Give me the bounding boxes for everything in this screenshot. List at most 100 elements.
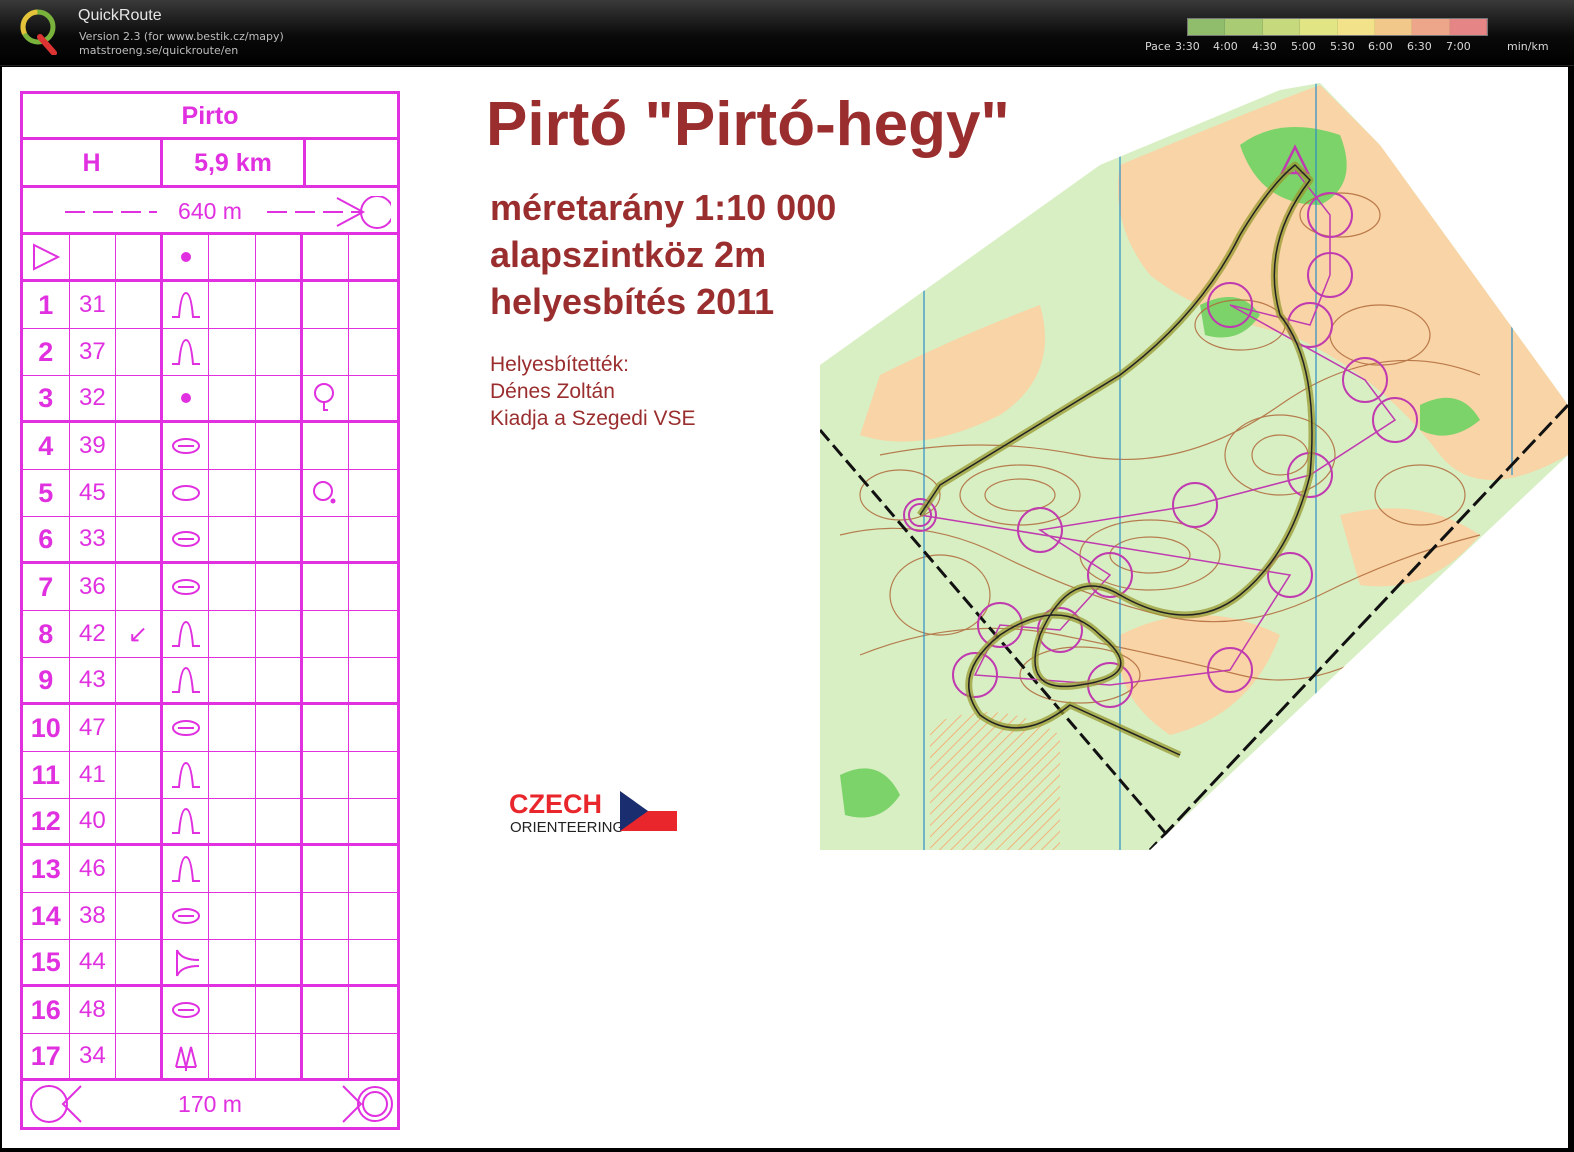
- czech-flag-icon: [620, 791, 677, 831]
- direction-cell: [116, 799, 163, 843]
- desc-cell: [303, 658, 350, 702]
- control-row: 5 45: [23, 470, 397, 517]
- desc-cell: [349, 564, 396, 610]
- direction-cell: [116, 987, 163, 1033]
- pace-tick: 5:00: [1291, 40, 1316, 53]
- desc-cell: [349, 470, 396, 516]
- desc-cell: [209, 987, 256, 1033]
- desc-cell: [209, 752, 256, 798]
- control-number: 10: [23, 705, 70, 751]
- desc-cell: [209, 376, 256, 420]
- control-code: 34: [70, 1034, 117, 1078]
- pace-tick: 6:30: [1407, 40, 1432, 53]
- desc-cell: [256, 470, 303, 516]
- control-number: 12: [23, 799, 70, 843]
- pace-tick: 4:30: [1252, 40, 1277, 53]
- category-row: H 5,9 km: [23, 140, 397, 188]
- control-row: 13 46: [23, 846, 397, 893]
- dot-icon: [163, 235, 210, 279]
- depression-icon: [163, 517, 210, 561]
- direction-cell: [116, 564, 163, 610]
- control-code: 41: [70, 752, 117, 798]
- pace-swatch: [1449, 19, 1487, 35]
- control-code: 45: [70, 470, 117, 516]
- desc-cell: [303, 987, 350, 1033]
- desc-cell: [209, 470, 256, 516]
- desc-cell: [349, 235, 396, 279]
- desc-cell: [256, 846, 303, 892]
- control-number: 13: [23, 846, 70, 892]
- desc-cell: [256, 564, 303, 610]
- direction-cell: [116, 470, 163, 516]
- desc-cell: [209, 517, 256, 561]
- control-row: 4 39: [23, 423, 397, 470]
- desc-cell: [349, 940, 396, 984]
- climb-cell: [306, 140, 397, 185]
- control-number: 6: [23, 517, 70, 561]
- control-code: 48: [70, 987, 117, 1033]
- desc-cell: [303, 517, 350, 561]
- desc-cell: [349, 987, 396, 1033]
- desc-cell: [349, 423, 396, 469]
- map-publisher: Kiadja a Szegedi VSE: [490, 407, 696, 430]
- direction-cell: [116, 376, 163, 420]
- depression-icon: [163, 564, 210, 610]
- pace-tick: 5:30: [1330, 40, 1355, 53]
- app-url: matstroeng.se/quickroute/en: [79, 44, 239, 57]
- direction-cell: [116, 705, 163, 751]
- control-code: 43: [70, 658, 117, 702]
- control-code: 47: [70, 705, 117, 751]
- map-canvas[interactable]: Pirto H 5,9 km 640 m 1 31 2 37 3 32 4 39 5 45 6 33 7…: [2, 67, 1568, 1148]
- desc-cell: [209, 705, 256, 751]
- control-row: 11 41: [23, 752, 397, 799]
- start-triangle-icon: [23, 235, 70, 279]
- desc-cell: [209, 423, 256, 469]
- pace-swatch: [1262, 19, 1301, 35]
- direction-cell: ↙: [116, 611, 163, 657]
- control-number: 5: [23, 470, 70, 516]
- pace-swatch: [1188, 19, 1226, 35]
- desc-cell: [349, 658, 396, 702]
- ellipse-icon: [163, 470, 210, 516]
- control-number: 16: [23, 987, 70, 1033]
- desc-cell: [209, 282, 256, 328]
- control-row: 6 33: [23, 517, 397, 564]
- desc-cell: [256, 752, 303, 798]
- depression-icon: [163, 705, 210, 751]
- desc-cell: [209, 799, 256, 843]
- pace-swatch: [1374, 19, 1413, 35]
- desc-cell: [256, 940, 303, 984]
- app-title: QuickRoute: [78, 7, 162, 24]
- control-code: 36: [70, 564, 117, 610]
- desc-cell: [256, 376, 303, 420]
- control-number: 1: [23, 282, 70, 328]
- desc-cell: [349, 517, 396, 561]
- control-code: 37: [70, 329, 117, 375]
- desc-cell: [303, 799, 350, 843]
- start-row: [23, 235, 397, 282]
- dot-icon: [163, 376, 210, 420]
- knoll-icon: [163, 611, 210, 657]
- control-number: 7: [23, 564, 70, 610]
- direction-cell: [116, 846, 163, 892]
- control-number: 17: [23, 1034, 70, 1078]
- knoll-icon: [163, 752, 210, 798]
- control-code: 46: [70, 846, 117, 892]
- depression-icon: [163, 893, 210, 939]
- control-row: 16 48: [23, 987, 397, 1034]
- desc-cell: [256, 329, 303, 375]
- desc-cell: [349, 1034, 396, 1078]
- desc-cell: [349, 611, 396, 657]
- control-row: 14 38: [23, 893, 397, 940]
- desc-cell: [209, 940, 256, 984]
- desc-cell: [116, 235, 163, 279]
- orienteering-map[interactable]: [820, 75, 1568, 850]
- direction-cell: [116, 893, 163, 939]
- control-row: 12 40: [23, 799, 397, 846]
- desc-cell: [256, 987, 303, 1033]
- desc-cell: [256, 1034, 303, 1078]
- desc-cell: [349, 893, 396, 939]
- control-number: 8: [23, 611, 70, 657]
- desc-cell: [303, 329, 350, 375]
- desc-cell: [349, 282, 396, 328]
